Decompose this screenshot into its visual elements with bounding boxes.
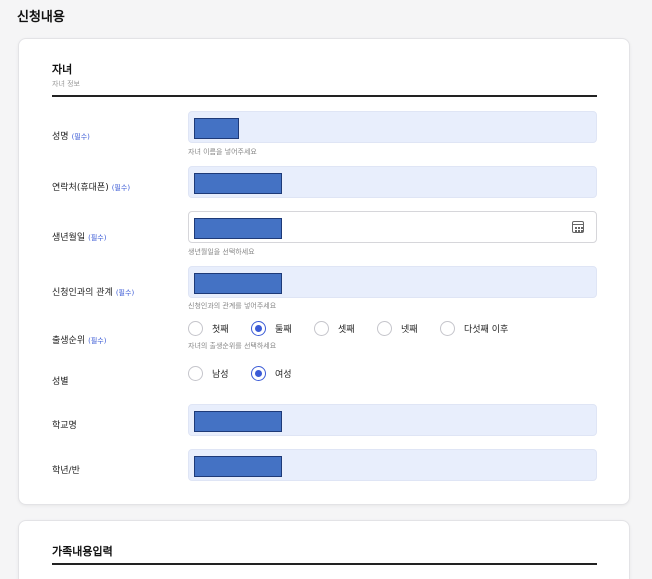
label-birth-order-text: 출생순위 [52, 336, 86, 346]
radio-circle-selected[interactable] [251, 321, 266, 336]
birth-order-hint: 자녀의 출생순위를 선택하세요 [188, 342, 277, 350]
relation-input[interactable] [188, 266, 597, 298]
name-input[interactable] [188, 111, 597, 143]
radio-circle[interactable] [377, 321, 392, 336]
section-title-family: 가족내용입력 [52, 545, 113, 558]
radio-circle-selected[interactable] [251, 366, 266, 381]
redacted-value [194, 456, 282, 477]
phone-input[interactable] [188, 166, 597, 198]
label-relation-text: 신청인과의 관계 [52, 288, 113, 298]
label-name: 성명 (필수) [52, 129, 90, 142]
radio-label: 둘째 [275, 325, 292, 335]
label-phone-text: 연락처(휴대폰) [52, 183, 109, 193]
section-title-child: 자녀 [52, 63, 73, 76]
radio-birth-order-3[interactable]: 셋째 [314, 321, 355, 336]
radio-circle[interactable] [188, 366, 203, 381]
label-relation: 신청인과의 관계 (필수) [52, 285, 134, 298]
redacted-value [194, 273, 282, 294]
radio-label: 넷째 [401, 325, 418, 335]
label-gender-text: 성별 [52, 377, 69, 387]
radio-label: 다섯째 이후 [464, 325, 509, 335]
required-tag: (필수) [115, 289, 135, 297]
radio-birth-order-5[interactable]: 다섯째 이후 [440, 321, 508, 336]
relation-hint: 신청인과의 관계를 넣어주세요 [188, 302, 277, 310]
radio-gender-female[interactable]: 여성 [251, 366, 292, 381]
redacted-value [194, 411, 282, 432]
redacted-value [194, 173, 282, 194]
grade-class-input[interactable] [188, 449, 597, 481]
name-hint: 자녀 이름을 넣어주세요 [188, 148, 257, 156]
school-input[interactable] [188, 404, 597, 436]
label-phone: 연락처(휴대폰) (필수) [52, 180, 130, 193]
required-tag: (필수) [88, 337, 107, 345]
redacted-value [194, 118, 239, 139]
section-divider [52, 563, 597, 565]
label-school: 학교명 [52, 418, 77, 431]
required-tag: (필수) [111, 184, 131, 192]
redacted-value [194, 218, 282, 239]
radio-circle[interactable] [188, 321, 203, 336]
label-birth-text: 생년월일 [52, 233, 86, 243]
label-school-text: 학교명 [52, 421, 77, 431]
required-tag: (필수) [88, 234, 107, 242]
radio-circle[interactable] [314, 321, 329, 336]
birth-date-input[interactable] [188, 211, 597, 243]
radio-birth-order-2[interactable]: 둘째 [251, 321, 292, 336]
family-info-card: 가족내용입력 [18, 520, 630, 579]
radio-birth-order-4[interactable]: 넷째 [377, 321, 418, 336]
section-subtitle-child: 자녀 정보 [52, 80, 80, 88]
radio-birth-order-1[interactable]: 첫째 [188, 321, 229, 336]
required-tag: (필수) [71, 133, 90, 141]
radio-gender-male[interactable]: 남성 [188, 366, 229, 381]
label-birth: 생년월일 (필수) [52, 230, 106, 243]
label-grade-class-text: 학년/반 [52, 466, 80, 476]
calendar-icon[interactable] [572, 221, 584, 233]
label-grade-class: 학년/반 [52, 463, 80, 476]
label-gender: 성별 [52, 374, 69, 387]
section-divider [52, 95, 597, 97]
radio-label: 셋째 [338, 325, 355, 335]
radio-label: 첫째 [212, 325, 229, 335]
label-name-text: 성명 [52, 132, 69, 142]
radio-label: 여성 [275, 370, 292, 380]
radio-circle[interactable] [440, 321, 455, 336]
label-birth-order: 출생순위 (필수) [52, 333, 106, 346]
child-info-card: 자녀 자녀 정보 성명 (필수) 자녀 이름을 넣어주세요 연락처(휴대폰) (필수… [18, 38, 630, 505]
radio-label: 남성 [212, 370, 229, 380]
page-title: 신청내용 [17, 10, 65, 25]
birth-hint: 생년월일을 선택하세요 [188, 248, 255, 256]
